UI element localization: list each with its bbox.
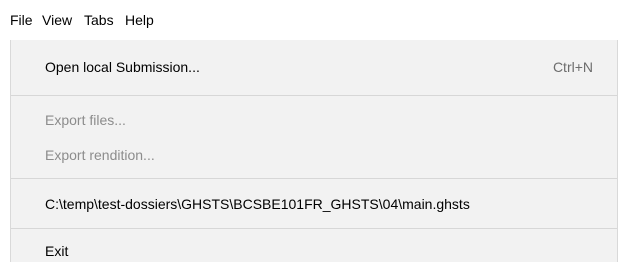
file-dropdown-menu: Open local Submission... Ctrl+N Export f… <box>10 40 618 262</box>
export-files-label: Export files... <box>45 112 126 128</box>
export-files-item: Export files... <box>11 103 617 137</box>
menu-file[interactable]: File <box>10 12 33 28</box>
menu-separator <box>11 228 617 229</box>
export-rendition-label: Export rendition... <box>45 147 155 163</box>
menu-separator <box>11 95 617 96</box>
recent-file-label: C:\temp\test-dossiers\GHSTS\BCSBE101FR_G… <box>45 196 470 212</box>
menu-view[interactable]: View <box>42 12 72 28</box>
open-local-submission-label: Open local Submission... <box>45 59 200 75</box>
open-local-submission-shortcut: Ctrl+N <box>552 59 593 75</box>
open-local-submission-item[interactable]: Open local Submission... Ctrl+N <box>11 50 617 84</box>
recent-file-item[interactable]: C:\temp\test-dossiers\GHSTS\BCSBE101FR_G… <box>11 187 617 221</box>
export-rendition-item: Export rendition... <box>11 138 617 172</box>
menu-tabs[interactable]: Tabs <box>84 12 114 28</box>
menu-separator <box>11 178 617 179</box>
menu-help[interactable]: Help <box>125 12 154 28</box>
menu-bar: File View Tabs Help <box>0 0 628 40</box>
exit-label: Exit <box>45 243 69 259</box>
exit-item[interactable]: Exit <box>11 234 617 268</box>
